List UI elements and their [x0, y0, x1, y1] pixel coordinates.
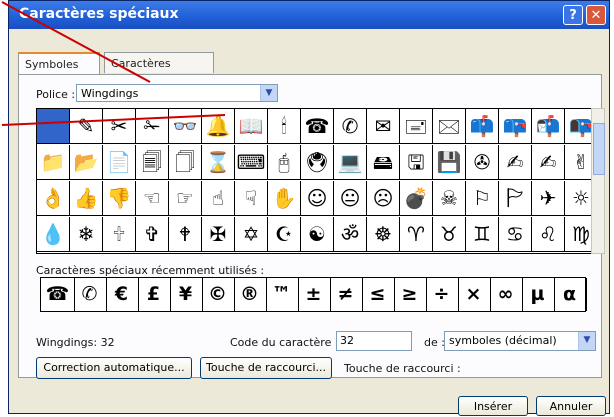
annotation-line-top — [1, 1, 151, 83]
annotation-arrows — [1, 1, 226, 126]
annotation-line-middle — [1, 114, 226, 126]
